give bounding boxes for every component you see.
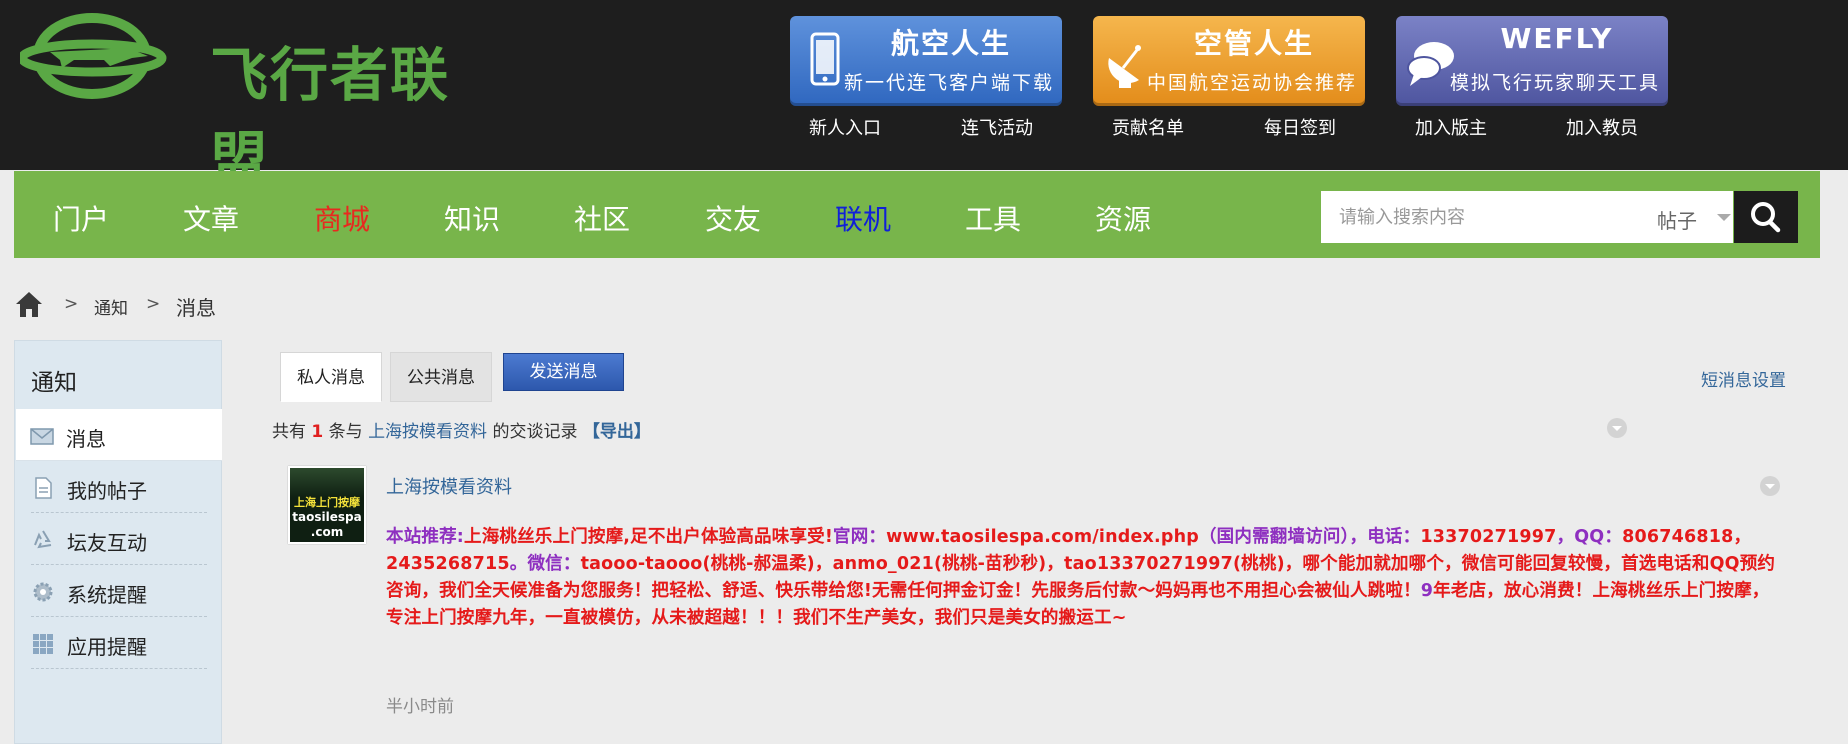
search-button[interactable] <box>1734 191 1798 243</box>
message-author[interactable]: 上海按模看资料 <box>386 473 512 499</box>
search-box: 帖子 <box>1321 191 1733 243</box>
site-logo[interactable]: 飞行者联盟 <box>20 8 480 193</box>
message-phone: 13370271997 <box>1420 527 1557 547</box>
nav-item-portal[interactable]: 门户 <box>53 198 109 238</box>
search-input[interactable] <box>1321 191 1639 243</box>
top-link-events[interactable]: 连飞活动 <box>932 114 1062 140</box>
avatar-text: 上海上门按摩 <box>294 496 360 509</box>
sidebar-item-my-posts[interactable]: 我的帖子 <box>31 461 207 513</box>
top-link-join-instructor[interactable]: 加入教员 <box>1537 114 1667 140</box>
send-message-button[interactable]: 发送消息 <box>503 353 624 391</box>
message-count: 1 <box>311 422 324 442</box>
sidebar-item-interactions[interactable]: 坛友互动 <box>31 513 207 565</box>
top-link-newbie[interactable]: 新人入口 <box>780 114 910 140</box>
tab-private-messages[interactable]: 私人消息 <box>280 352 382 402</box>
summary-suffix: 的交谈记录 <box>492 422 578 442</box>
nav-item-articles[interactable]: 文章 <box>183 198 239 238</box>
site-header: 飞行者联盟 航空人生 新一代连飞客户端下载 空管人生 中国航空运动协会推荐 WE… <box>0 0 1848 193</box>
message-url: www.taosilespa.com/index.php <box>886 527 1199 547</box>
collapse-conversation-button[interactable] <box>1607 418 1627 438</box>
recycle-icon <box>34 530 52 549</box>
message-settings-link[interactable]: 短消息设置 <box>1701 366 1786 391</box>
nav-item-friends[interactable]: 交友 <box>705 198 761 238</box>
top-link-join-moderator[interactable]: 加入版主 <box>1386 114 1516 140</box>
banner-subtitle: 新一代连飞客户端下载 <box>843 72 1054 94</box>
sidebar-title: 通知 <box>31 370 77 396</box>
tab-public-messages[interactable]: 公共消息 <box>390 352 492 402</box>
avatar-text: .com <box>310 525 344 539</box>
chevron-down-icon <box>1717 214 1731 221</box>
sidebar-item-label: 应用提醒 <box>67 635 147 659</box>
nav-item-shop[interactable]: 商城 <box>314 198 370 238</box>
banner-title: 空管人生 <box>1193 27 1314 60</box>
message-text: （国内需翻墙访问），电话： <box>1198 527 1421 547</box>
sidebar-item-label: 系统提醒 <box>67 583 147 607</box>
top-links: 新人入口 连飞活动 贡献名单 每日签到 加入版主 加入教员 <box>780 114 1680 144</box>
banner-subtitle: 中国航空运动协会推荐 <box>1146 72 1357 94</box>
conversation-summary: 共有 1 条与 上海按模看资料 的交谈记录 【导出】 <box>272 417 651 442</box>
message-text: 。微信： <box>509 554 581 574</box>
nav-item-tools[interactable]: 工具 <box>965 198 1021 238</box>
gear-icon <box>33 582 53 602</box>
banner-wefly[interactable]: WEFLY 模拟飞行玩家聊天工具 <box>1396 16 1668 106</box>
avatar[interactable]: 上海上门按摩 taosilespa .com <box>288 466 366 544</box>
top-link-checkin[interactable]: 每日签到 <box>1235 114 1365 140</box>
banner-title: WEFLY <box>1500 22 1614 55</box>
message-body: 本站推荐:上海桃丝乐上门按摩,足不出户体验高品味享受!官网：www.taosil… <box>386 524 1786 632</box>
sidebar-item-system-alerts[interactable]: 系统提醒 <box>31 565 207 617</box>
search-icon <box>1751 202 1781 233</box>
collapse-message-button[interactable] <box>1760 476 1780 496</box>
message-text: 官网： <box>833 527 887 547</box>
summary-prefix: 共有 <box>272 422 306 442</box>
grid-icon <box>33 634 53 654</box>
top-link-contributors[interactable]: 贡献名单 <box>1083 114 1213 140</box>
message-timestamp: 半小时前 <box>386 697 454 717</box>
main-nav: 门户 文章 商城 知识 社区 交友 联机 工具 资源 帖子 <box>14 171 1820 258</box>
sidebar-item-app-alerts[interactable]: 应用提醒 <box>31 617 207 669</box>
sidebar-item-label: 坛友互动 <box>67 531 147 555</box>
message-text: ，QQ： <box>1556 527 1623 547</box>
document-icon <box>35 477 52 499</box>
sidebar-item-label: 消息 <box>66 427 106 451</box>
nav-item-resources[interactable]: 资源 <box>1095 198 1151 238</box>
export-link[interactable]: 【导出】 <box>583 422 651 442</box>
sidebar: 通知 消息 我的帖子 坛友互动 系统提醒 应用提醒 <box>14 340 222 744</box>
banner-title: 航空人生 <box>890 27 1011 60</box>
sidebar-item-label: 我的帖子 <box>67 479 147 503</box>
home-icon[interactable] <box>14 290 44 318</box>
airplane-globe-icon <box>20 13 167 99</box>
breadcrumb-current: 消息 <box>176 296 216 320</box>
banner-kongguan-rensheng[interactable]: 空管人生 中国航空运动协会推荐 <box>1093 16 1365 106</box>
message-text: 9 <box>1420 581 1434 601</box>
avatar-text: taosilespa <box>292 510 362 524</box>
summary-mid: 条与 <box>328 422 363 442</box>
sidebar-item-messages[interactable]: 消息 <box>16 409 222 461</box>
search-type-select[interactable]: 帖子 <box>1657 205 1697 234</box>
message-text-highlight: 上海桃丝乐上门按摩,足不出户体验高品味享受! <box>464 527 834 547</box>
breadcrumb-notifications[interactable]: 通知 <box>94 294 128 319</box>
banner-hangkong-rensheng[interactable]: 航空人生 新一代连飞客户端下载 <box>790 16 1062 106</box>
message-text: 本站推荐: <box>386 527 464 547</box>
nav-item-community[interactable]: 社区 <box>574 198 630 238</box>
conversation-user-link[interactable]: 上海按模看资料 <box>368 422 487 442</box>
nav-item-knowledge[interactable]: 知识 <box>444 198 500 238</box>
breadcrumb-separator: > <box>146 294 161 314</box>
nav-item-online[interactable]: 联机 <box>835 198 891 238</box>
banner-subtitle: 模拟飞行玩家聊天工具 <box>1449 72 1660 94</box>
envelope-icon <box>30 428 54 445</box>
breadcrumb-separator: > <box>64 294 79 314</box>
